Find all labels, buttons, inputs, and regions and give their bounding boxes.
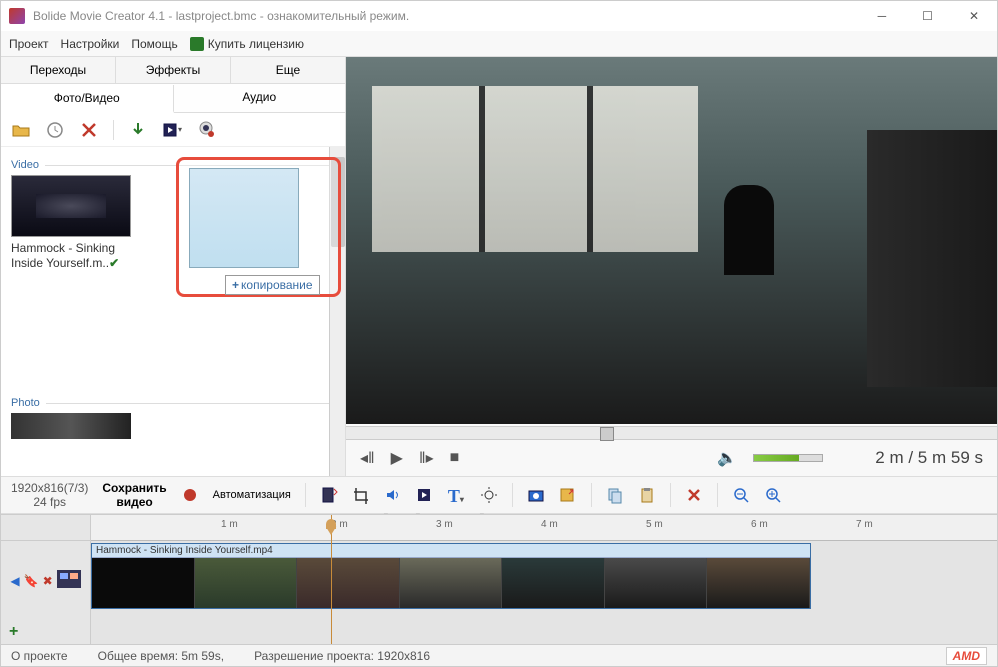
menu-settings[interactable]: Настройки — [61, 37, 120, 51]
add-track-button[interactable]: + — [9, 623, 18, 641]
brightness-icon[interactable]: ▾ — [480, 486, 498, 504]
copy-icon[interactable] — [606, 486, 624, 504]
status-bar: О проекте Общее время: 5m 59s, Разрешени… — [1, 644, 997, 666]
media-toolbar: ▾ — [1, 113, 345, 147]
timeline-ruler[interactable]: 1 m 2 m 3 m 4 m 5 m 6 m 7 m — [91, 515, 997, 541]
drag-ghost-thumb[interactable] — [189, 168, 299, 268]
tab-transitions[interactable]: Переходы — [1, 57, 116, 83]
ruler-mark: 4 m — [541, 519, 558, 530]
remove-icon[interactable] — [685, 486, 703, 504]
video-menu-icon[interactable]: ▾ — [162, 120, 182, 140]
preview-frame — [346, 57, 997, 424]
photo-thumbnail[interactable] — [11, 413, 131, 439]
project-info: 1920x816(7/3)24 fps — [11, 481, 88, 510]
delete-icon[interactable] — [79, 120, 99, 140]
tab-effects[interactable]: Эффекты — [116, 57, 231, 83]
volume-slider[interactable] — [753, 454, 823, 462]
tab-audio[interactable]: Аудио — [174, 84, 346, 112]
media-panel: Переходы Эффекты Еще Фото/Видео Аудио ▾ … — [1, 57, 346, 476]
cut-icon[interactable] — [320, 486, 338, 504]
export-image-icon[interactable] — [559, 486, 577, 504]
ruler-mark: 1 m — [221, 519, 238, 530]
license-icon — [190, 37, 204, 51]
media-library: Video Hammock - Sinking Inside Yourself.… — [1, 147, 345, 476]
status-total-time: Общее время: 5m 59s, — [98, 649, 224, 663]
timeline-track-headers: ◀ 🔖 ✖ + — [1, 515, 91, 644]
menubar: Проект Настройки Помощь Купить лицензию — [1, 31, 997, 57]
buy-label: Купить лицензию — [208, 37, 304, 51]
paste-icon[interactable] — [638, 486, 656, 504]
stop-button[interactable]: ■ — [450, 449, 460, 467]
playhead[interactable] — [331, 515, 332, 644]
timeline-clip[interactable]: Hammock - Sinking Inside Yourself.mp4 — [91, 543, 811, 609]
timeline: ◀ 🔖 ✖ + 1 m 2 m 3 m 4 m 5 m 6 m 7 m — [1, 514, 997, 644]
time-display: 2 m / 5 m 59 s — [875, 448, 983, 468]
preview-panel: ◂‖ ▶ ‖▸ ■ 🔈 2 m / 5 m 59 s — [346, 57, 997, 476]
zoom-out-icon[interactable] — [732, 486, 750, 504]
video-thumbnail[interactable] — [11, 175, 131, 237]
ruler-mark: 3 m — [436, 519, 453, 530]
window-title: Bolide Movie Creator 4.1 - lastproject.b… — [33, 9, 868, 23]
status-resolution: Разрешение проекта: 1920x816 — [254, 649, 430, 663]
ruler-mark: 6 m — [751, 519, 768, 530]
history-icon[interactable] — [45, 120, 65, 140]
minimize-button[interactable]: ─ — [868, 5, 897, 27]
video-clip-label: Hammock - Sinking Inside Yourself.m..✔ — [11, 241, 141, 271]
tab-more[interactable]: Еще — [231, 57, 345, 83]
titlebar: Bolide Movie Creator 4.1 - lastproject.b… — [1, 1, 997, 31]
timeline-tracks[interactable]: 1 m 2 m 3 m 4 m 5 m 6 m 7 m Hammock - Si… — [91, 515, 997, 644]
zoom-in-icon[interactable] — [764, 486, 782, 504]
audio-icon[interactable]: ▾ — [384, 486, 402, 504]
tab-photo-video[interactable]: Фото/Видео — [1, 85, 174, 113]
section-photo: Photo — [11, 397, 339, 409]
menu-buy-license[interactable]: Купить лицензию — [190, 37, 304, 51]
snapshot-icon[interactable] — [527, 486, 545, 504]
menu-help[interactable]: Помощь — [131, 37, 177, 51]
record-icon[interactable] — [181, 486, 199, 504]
save-video-button[interactable]: Сохранитьвидео — [102, 481, 166, 510]
import-down-icon[interactable] — [128, 120, 148, 140]
filmstrip-icon — [57, 570, 81, 591]
menu-project[interactable]: Проект — [9, 37, 49, 51]
player-controls: ◂‖ ▶ ‖▸ ■ 🔈 2 m / 5 m 59 s — [346, 440, 997, 476]
automation-button[interactable]: Автоматизация — [213, 489, 291, 501]
status-about[interactable]: О проекте — [11, 649, 68, 663]
maximize-button[interactable]: ☐ — [912, 5, 943, 27]
copy-tooltip: +копирование — [225, 275, 320, 295]
next-frame-button[interactable]: ‖▸ — [419, 448, 434, 468]
track-collapse-icon[interactable]: ◀ — [10, 574, 19, 588]
open-folder-icon[interactable] — [11, 120, 31, 140]
video-icon[interactable]: ▾ — [416, 486, 434, 504]
close-button[interactable]: ✕ — [959, 5, 989, 27]
ruler-mark: 7 m — [856, 519, 873, 530]
clip-thumbnails — [92, 558, 810, 608]
volume-icon[interactable]: 🔈 — [717, 448, 737, 468]
track-delete-icon[interactable]: ✖ — [43, 574, 53, 588]
amd-badge: AMD — [946, 647, 987, 665]
scrub-bar[interactable] — [346, 426, 997, 440]
prev-frame-button[interactable]: ◂‖ — [360, 448, 375, 468]
crop-icon[interactable] — [352, 486, 370, 504]
clip-title: Hammock - Sinking Inside Yourself.mp4 — [92, 544, 810, 558]
webcam-icon[interactable] — [196, 120, 216, 140]
check-icon: ✔ — [109, 256, 119, 270]
main-toolbar: 1920x816(7/3)24 fps Сохранитьвидео Автом… — [1, 476, 997, 514]
drag-ghost-highlight: +копирование — [176, 157, 341, 297]
play-button[interactable]: ▶ — [391, 448, 403, 468]
app-icon — [9, 8, 25, 24]
track-mute-icon[interactable]: 🔖 — [24, 574, 39, 588]
preview-viewport[interactable] — [346, 57, 997, 424]
text-icon[interactable]: T▾ — [448, 486, 466, 504]
ruler-mark: 5 m — [646, 519, 663, 530]
